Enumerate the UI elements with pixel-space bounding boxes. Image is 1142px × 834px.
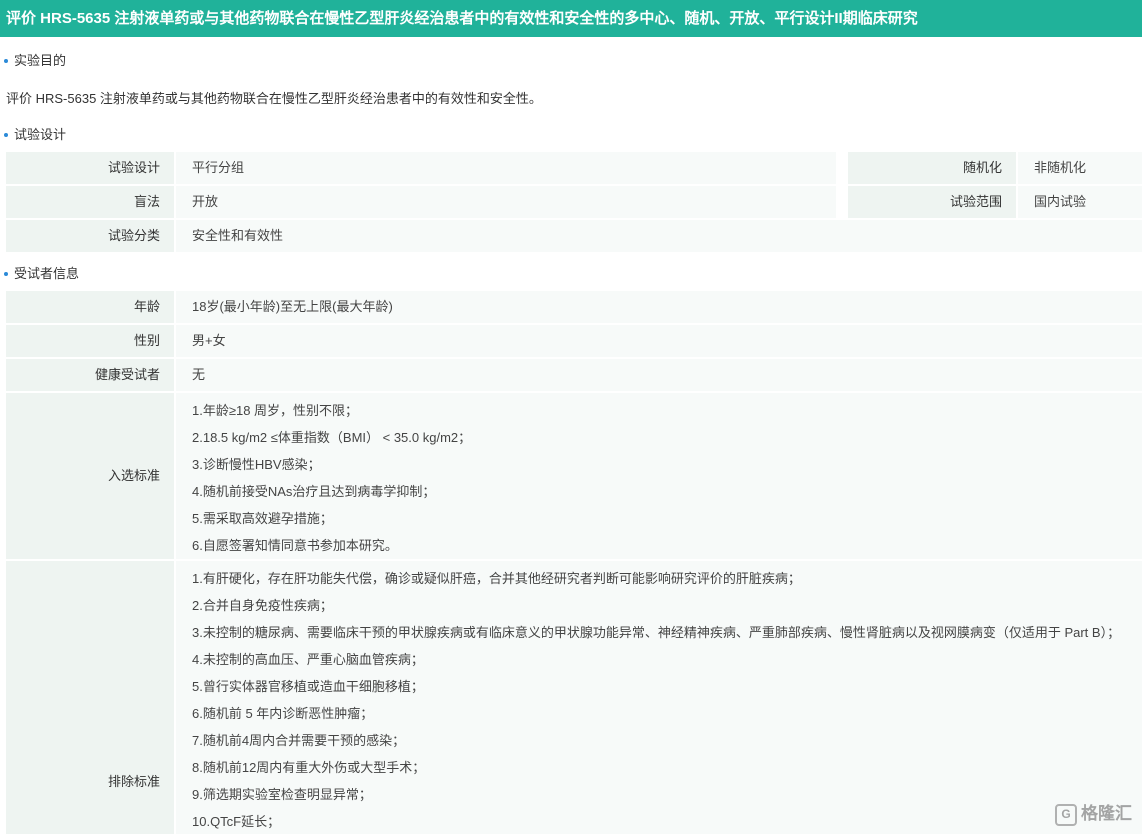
list-item: 4.未控制的高血压、严重心脑血管疾病； [192,652,424,667]
healthy-label: 健康受试者 [6,359,174,391]
sex-label: 性别 [6,325,174,357]
category-label: 试验分类 [6,220,174,252]
category-value: 安全性和有效性 [176,220,1142,252]
purpose-text: 评价 HRS-5635 注射液单药或与其他药物联合在慢性乙型肝炎经治患者中的有效… [6,91,542,106]
list-item: 3.未控制的糖尿病、需要临床干预的甲状腺疾病或有临床意义的甲状腺功能异常、神经精… [192,625,1121,640]
blinding-label: 盲法 [6,186,174,218]
watermark: G 格隆汇 [1055,799,1132,826]
randomization-label: 随机化 [848,152,1016,184]
randomization-value: 非随机化 [1018,152,1142,184]
section-subjects-label: 受试者信息 [14,266,80,281]
list-item: 2.合并自身免疫性疾病； [192,598,333,613]
list-item: 5.曾行实体器官移植或造血干细胞移植； [192,679,424,694]
inclusion-label: 入选标准 [6,393,174,559]
bullet-icon [4,271,8,276]
bullet-icon [4,58,8,63]
bullet-icon [4,132,8,137]
section-design-label: 试验设计 [14,127,67,142]
age-value: 18岁(最小年龄)至无上限(最大年龄) [176,291,1142,323]
healthy-value: 无 [176,359,1142,391]
blinding-value: 开放 [176,186,836,218]
list-item: 7.随机前4周内合并需要干预的感染； [192,733,406,748]
list-item: 6.自愿签署知情同意书参加本研究。 [192,538,398,553]
list-item: 9.筛选期实验室检查明显异常； [192,787,372,802]
list-item: 5.需采取高效避孕措施； [192,511,333,526]
list-item: 10.QTcF延长； [192,814,281,829]
watermark-text: 格隆汇 [1081,804,1132,824]
list-item: 4.随机前接受NAs治疗且达到病毒学抑制； [192,484,436,499]
list-item: 6.随机前 5 年内诊断恶性肿瘤； [192,706,374,721]
sex-value: 男+女 [176,325,1142,357]
list-item: 1.有肝硬化，存在肝功能失代偿，确诊或疑似肝癌，合并其他经研究者判断可能影响研究… [192,571,801,586]
scope-value: 国内试验 [1018,186,1142,218]
scope-label: 试验范围 [848,186,1016,218]
list-item: 3.诊断慢性HBV感染； [192,457,321,472]
inclusion-list: 1.年龄≥18 周岁，性别不限； 2.18.5 kg/m2 ≤体重指数（BMI）… [176,393,1142,559]
list-item: 1.年龄≥18 周岁，性别不限； [192,403,359,418]
exclusion-label: 排除标准 [6,561,174,834]
page-title: 评价 HRS-5635 注射液单药或与其他药物联合在慢性乙型肝炎经治患者中的有效… [0,0,1142,37]
design-value: 平行分组 [176,152,836,184]
section-purpose-label: 实验目的 [14,53,67,68]
age-label: 年龄 [6,291,174,323]
design-label: 试验设计 [6,152,174,184]
section-purpose-heading: 实验目的 [4,50,66,69]
section-subjects-heading: 受试者信息 [4,263,79,282]
section-design-heading: 试验设计 [4,124,66,143]
exclusion-list: 1.有肝硬化，存在肝功能失代偿，确诊或疑似肝癌，合并其他经研究者判断可能影响研究… [176,561,1142,834]
list-item: 8.随机前12周内有重大外伤或大型手术； [192,760,426,775]
logo-icon: G [1055,804,1077,826]
list-item: 2.18.5 kg/m2 ≤体重指数（BMI） < 35.0 kg/m2； [192,430,472,445]
